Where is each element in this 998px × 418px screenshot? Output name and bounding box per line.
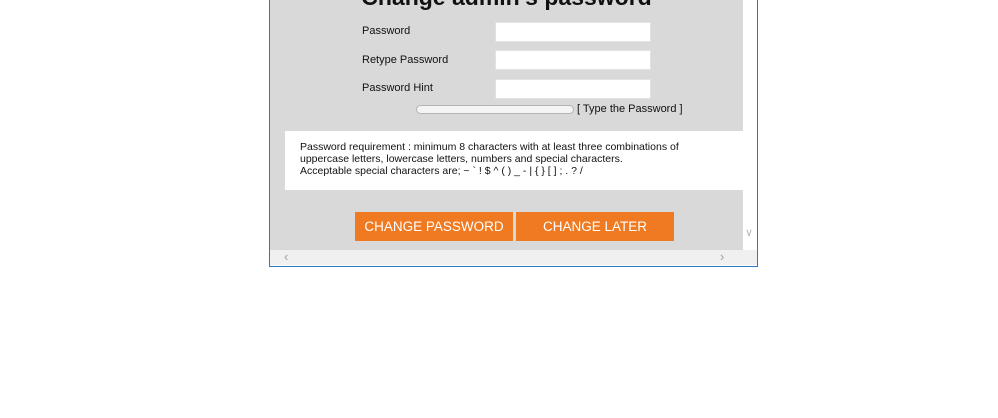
- password-strength-bar: [416, 105, 574, 114]
- password-hint-label: Password Hint: [362, 82, 433, 94]
- password-input[interactable]: [495, 22, 651, 42]
- dialog-window: Change admin's password Password Retype …: [269, 0, 758, 267]
- dialog-title: Change admin's password: [270, 0, 743, 10]
- requirements-line-1: Password requirement : minimum 8 charact…: [300, 141, 679, 153]
- horizontal-scrollbar[interactable]: ‹ ›: [270, 249, 743, 265]
- chevron-right-icon[interactable]: ›: [720, 249, 724, 264]
- password-requirements: Password requirement : minimum 8 charact…: [285, 131, 743, 190]
- password-strength-text: [ Type the Password ]: [577, 103, 683, 115]
- chevron-down-icon[interactable]: ∨: [745, 226, 753, 239]
- change-later-button[interactable]: CHANGE LATER: [516, 212, 674, 241]
- requirements-line-2: uppercase letters, lowercase letters, nu…: [300, 153, 623, 165]
- password-hint-input[interactable]: [495, 79, 651, 99]
- requirements-line-3: Acceptable special characters are; ~ ` !…: [300, 165, 583, 177]
- retype-password-label: Retype Password: [362, 54, 449, 66]
- retype-password-input[interactable]: [495, 50, 651, 70]
- password-label: Password: [362, 25, 411, 37]
- vertical-scrollbar[interactable]: ∨: [743, 0, 757, 250]
- password-panel: Change admin's password Password Retype …: [270, 0, 743, 250]
- chevron-left-icon[interactable]: ‹: [284, 249, 288, 264]
- change-password-button[interactable]: CHANGE PASSWORD: [355, 212, 513, 241]
- scrollbar-corner: [743, 250, 757, 265]
